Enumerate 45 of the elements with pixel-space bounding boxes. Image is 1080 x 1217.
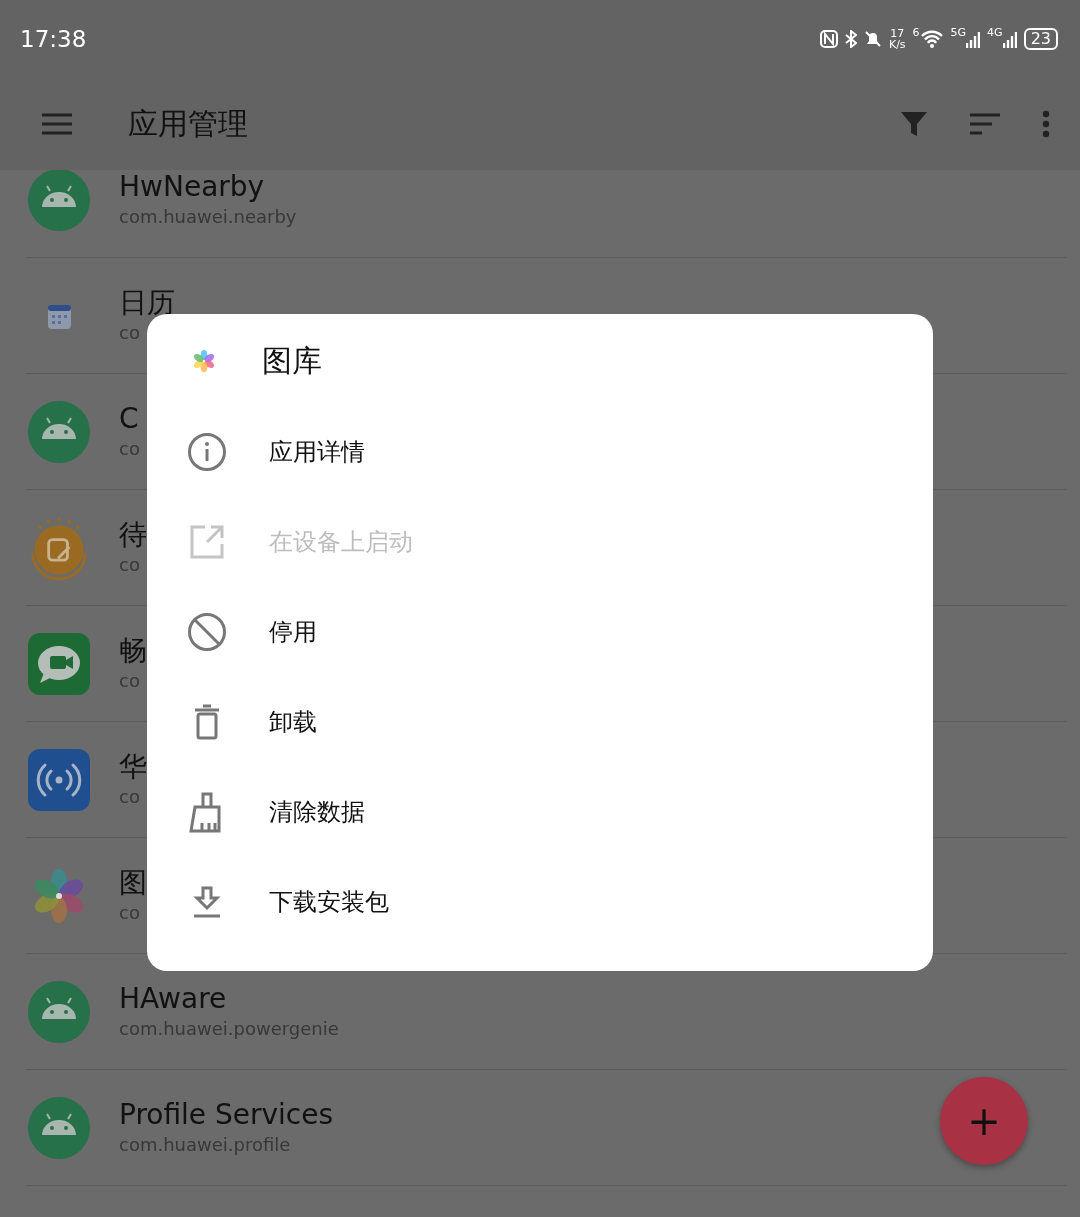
app-name: C	[119, 401, 139, 436]
info-icon	[187, 432, 227, 472]
trash-icon	[194, 704, 220, 740]
dialog-title: 图库	[262, 341, 322, 380]
download-icon	[192, 886, 222, 918]
menu-item[interactable]: 停用	[147, 587, 933, 677]
signal-icon	[966, 30, 981, 48]
app-bar-title: 应用管理	[128, 104, 249, 143]
status-time: 17:38	[20, 26, 87, 52]
external-link-icon	[189, 524, 225, 560]
menu-item[interactable]: 下载安装包	[147, 857, 933, 947]
wifi-icon	[919, 30, 944, 48]
speed-value: 17	[890, 28, 905, 39]
filter-icon[interactable]	[900, 110, 928, 138]
block-icon	[187, 612, 227, 652]
menu-item[interactable]: 卸载	[147, 677, 933, 767]
signal-icon	[1002, 30, 1017, 48]
android-icon	[28, 400, 90, 463]
network-type: 5G	[950, 26, 967, 39]
nfc-icon	[819, 30, 838, 48]
broadcast-icon	[28, 748, 90, 811]
app-name: 日历	[119, 285, 175, 320]
wifi-band-label: 6	[912, 26, 920, 39]
chat-icon	[28, 632, 90, 695]
bluetooth-icon	[844, 30, 857, 48]
app-name: 华	[119, 749, 147, 784]
menu-item[interactable]: 清除数据	[147, 767, 933, 857]
app-name: 畅	[119, 633, 147, 668]
app-name: 图	[119, 865, 147, 900]
network-type: 4G	[987, 26, 1003, 39]
bell-off-icon	[863, 30, 882, 48]
battery-level: 23	[1023, 28, 1058, 50]
android-icon	[28, 980, 90, 1043]
gallery-icon	[191, 348, 217, 374]
menu-item[interactable]: 应用详情	[147, 407, 933, 497]
android-icon	[28, 170, 90, 231]
android-icon	[28, 1096, 90, 1159]
menu-icon[interactable]	[42, 113, 72, 135]
sort-icon[interactable]	[970, 113, 1000, 135]
app-name: HAware	[119, 981, 227, 1016]
app-name: Profile Services	[119, 1097, 334, 1132]
speed-unit: K/s	[888, 39, 906, 50]
app-name: 待	[119, 517, 147, 552]
more-icon[interactable]	[1042, 110, 1050, 138]
app-name: HwNearby	[119, 170, 265, 204]
